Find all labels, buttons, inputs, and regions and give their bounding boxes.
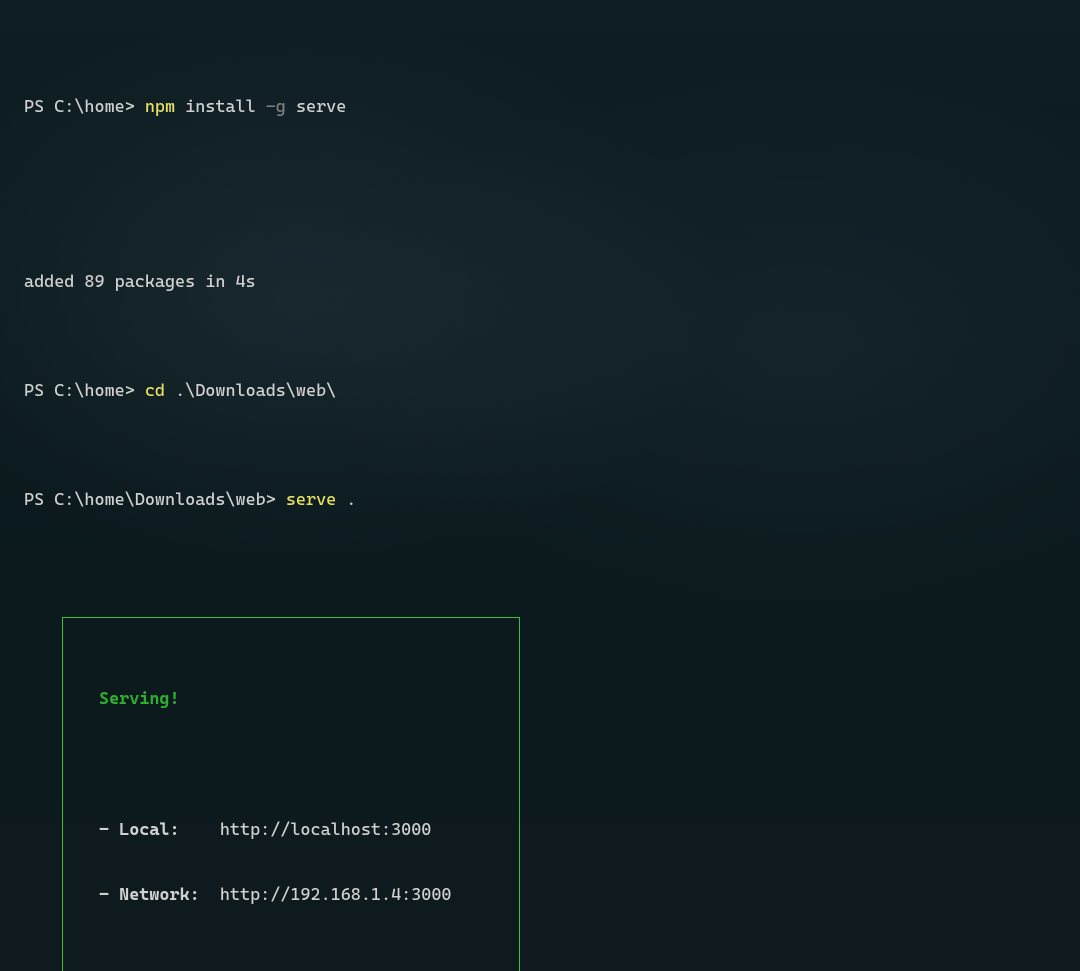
prompt-prefix: PS xyxy=(24,490,54,510)
terminal-pane[interactable]: PS C:\home> npm install -g serve added 8… xyxy=(0,0,1080,971)
serve-local-url[interactable]: http://localhost:3000 xyxy=(220,820,432,840)
cmd-args: .\Downloads\web\ xyxy=(165,381,336,401)
prompt-prefix: PS xyxy=(24,381,54,401)
serve-local-row: - Local: http://localhost:3000 xyxy=(99,820,519,842)
cmd-args: install -g serve xyxy=(175,97,346,117)
output-line: added 89 packages in 4s xyxy=(0,272,1080,294)
serve-network-row: - Network: http://192.168.1.4:3000 xyxy=(99,885,519,907)
serve-title: Serving! xyxy=(99,689,519,711)
serve-status-box: Serving! - Local: http://localhost:3000 … xyxy=(62,617,520,971)
serve-network-url[interactable]: http://192.168.1.4:3000 xyxy=(220,885,452,905)
prompt-line: PS C:\home\Downloads\web> serve . xyxy=(0,490,1080,512)
command: npm xyxy=(145,97,175,117)
prompt-line: PS C:\home> npm install -g serve xyxy=(0,97,1080,119)
command: cd xyxy=(145,381,165,401)
serve-local-label: - Local: xyxy=(99,820,220,840)
cmd-args: . xyxy=(336,490,356,510)
prompt-path: C:\home> xyxy=(54,97,145,117)
prompt-path: C:\home> xyxy=(54,381,145,401)
command: serve xyxy=(286,490,336,510)
prompt-line: PS C:\home> cd .\Downloads\web\ xyxy=(0,381,1080,403)
prompt-path: C:\home\Downloads\web> xyxy=(54,490,286,510)
prompt-prefix: PS xyxy=(24,97,54,117)
serve-network-label: - Network: xyxy=(99,885,220,905)
